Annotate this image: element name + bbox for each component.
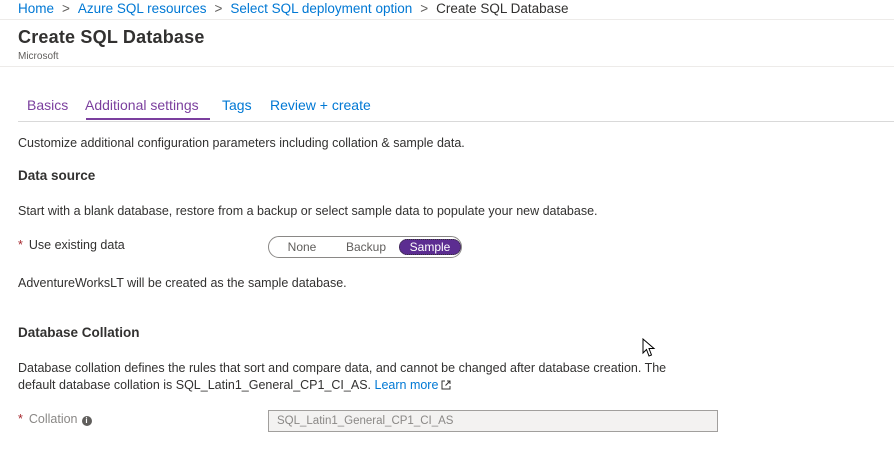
breadcrumb-separator: >	[62, 1, 70, 16]
active-tab-indicator	[86, 118, 210, 120]
breadcrumb-select-deployment[interactable]: Select SQL deployment option	[230, 1, 412, 16]
tab-review-create[interactable]: Review + create	[270, 97, 371, 114]
breadcrumb-separator: >	[420, 1, 429, 16]
page-subtitle: Microsoft	[18, 51, 59, 62]
page-title: Create SQL Database	[18, 27, 205, 47]
tab-additional-settings[interactable]: Additional settings	[85, 97, 199, 114]
sample-database-note: AdventureWorksLT will be created as the …	[18, 276, 347, 290]
mouse-cursor-icon	[642, 338, 656, 357]
data-source-description: Start with a blank database, restore fro…	[18, 204, 598, 218]
required-marker: *	[18, 412, 23, 426]
use-existing-data-label: * Use existing data	[18, 238, 125, 252]
required-marker: *	[18, 238, 23, 252]
collation-label: * Collation i	[18, 412, 92, 426]
external-link-icon[interactable]	[441, 380, 451, 390]
use-existing-data-toggle: None Backup Sample	[268, 236, 462, 258]
use-existing-data-text: Use existing data	[28, 238, 125, 252]
collation-input[interactable]	[268, 410, 718, 432]
data-source-heading: Data source	[18, 168, 96, 183]
collation-label-text: Collation	[28, 412, 78, 426]
collation-description-line1: Database collation defines the rules tha…	[18, 361, 667, 375]
breadcrumb-current: Create SQL Database	[436, 1, 569, 16]
learn-more-link[interactable]: Learn more	[375, 378, 439, 392]
info-icon[interactable]: i	[81, 416, 92, 426]
option-sample[interactable]: Sample	[399, 239, 461, 255]
collation-description-line2: default database collation is SQL_Latin1…	[18, 378, 372, 392]
divider	[18, 121, 894, 122]
collation-description: Database collation defines the rules tha…	[18, 360, 708, 394]
breadcrumb-azure-sql-resources[interactable]: Azure SQL resources	[78, 1, 207, 16]
breadcrumb: Home > Azure SQL resources > Select SQL depl…	[18, 0, 568, 18]
breadcrumb-separator: >	[214, 1, 223, 16]
divider	[0, 66, 894, 67]
tab-basics[interactable]: Basics	[27, 97, 68, 114]
intro-text: Customize additional configuration param…	[18, 136, 465, 150]
option-backup[interactable]: Backup	[341, 239, 391, 255]
tab-tags[interactable]: Tags	[222, 97, 252, 114]
breadcrumb-home[interactable]: Home	[18, 1, 54, 16]
divider	[0, 19, 894, 20]
database-collation-heading: Database Collation	[18, 325, 140, 340]
option-none[interactable]: None	[281, 239, 323, 255]
